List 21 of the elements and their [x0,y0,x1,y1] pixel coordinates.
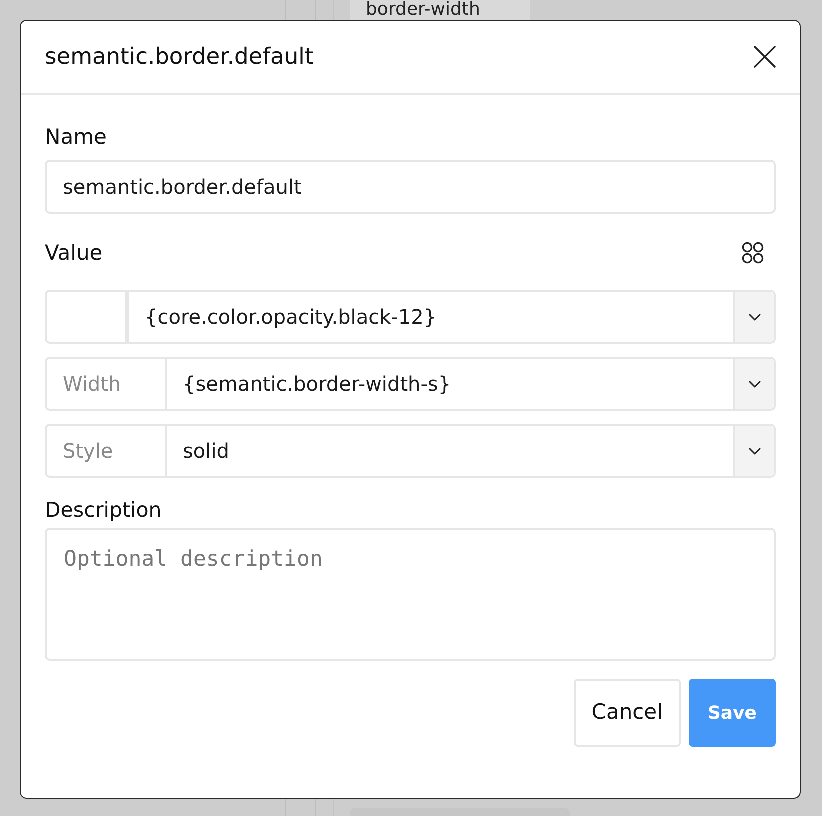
tab-chip: border-width [350,0,530,20]
dialog-title: semantic.border.default [45,43,314,71]
field-label: Description [45,499,163,521]
grid-icon[interactable] [742,242,764,264]
dropdown-button[interactable] [733,426,774,476]
name-input[interactable]: semantic.border.default [45,160,776,214]
description-field[interactable]: Optional description [45,528,776,661]
dropdown-button[interactable] [733,359,774,409]
chevron-down-icon [748,380,760,388]
field-label: Name [45,125,108,149]
select-field[interactable]: {core.color.opacity.black-12} [127,290,776,344]
chevron-down-icon [748,314,760,320]
close-button[interactable] [754,46,776,68]
color-swatch[interactable] [45,290,127,344]
field-label: Value [45,241,103,265]
select-field[interactable]: solid [165,424,776,478]
cancel-button[interactable]: Cancel [574,679,681,747]
dropdown-button[interactable] [733,292,774,342]
close-icon [754,46,776,68]
chevron-down-icon [748,448,760,454]
select-field[interactable]: {semantic.border-width-s} [165,357,776,411]
